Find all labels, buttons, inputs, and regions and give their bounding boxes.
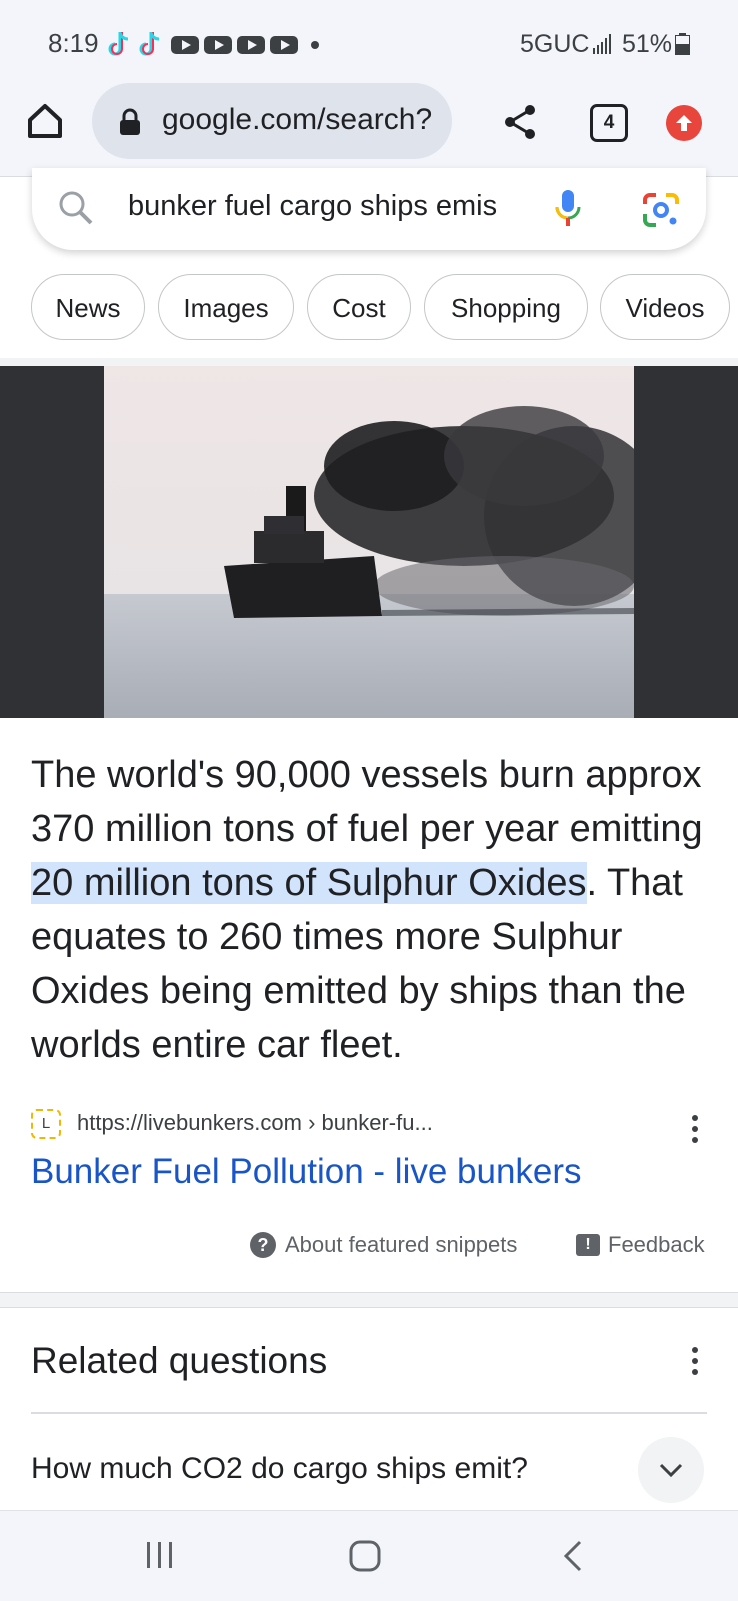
- related-question-item[interactable]: How much CO2 do cargo ships emit?: [31, 1452, 528, 1486]
- google-lens-icon[interactable]: [642, 192, 680, 228]
- lock-icon: [120, 108, 140, 135]
- source-url[interactable]: https://livebunkers.com › bunker-fu...: [77, 1110, 433, 1136]
- tiktok-notification-icon: [108, 32, 129, 56]
- chip-cost[interactable]: Cost: [307, 274, 411, 340]
- chevron-down-icon: [659, 1463, 683, 1478]
- search-input[interactable]: bunker fuel cargo ships emis: [128, 190, 524, 223]
- expand-question-button[interactable]: [638, 1437, 704, 1503]
- chip-videos[interactable]: Videos: [600, 274, 730, 340]
- address-url[interactable]: google.com/search?: [162, 103, 444, 137]
- more-vert-icon[interactable]: [692, 1346, 698, 1376]
- snippet-text-before: The world's 90,000 vessels burn approx 3…: [31, 754, 703, 850]
- ship-photo-illustration: [104, 366, 634, 718]
- section-divider: [0, 1292, 738, 1308]
- help-icon: ?: [250, 1232, 276, 1258]
- tiktok-notification-icon: [139, 32, 160, 56]
- arrow-up-icon: [676, 115, 692, 131]
- recent-apps-icon[interactable]: [143, 1540, 177, 1570]
- featured-image-ship-smoke[interactable]: [104, 366, 634, 718]
- chip-shopping[interactable]: Shopping: [424, 274, 588, 340]
- search-icon: [59, 191, 93, 225]
- tab-switcher-button[interactable]: 4: [590, 104, 628, 142]
- related-questions-heading: Related questions: [31, 1340, 328, 1381]
- chip-news[interactable]: News: [31, 274, 145, 340]
- home-icon[interactable]: [26, 102, 64, 140]
- youtube-notification-icon: [204, 36, 232, 54]
- battery-icon: [675, 33, 690, 55]
- update-available-button[interactable]: [666, 105, 702, 141]
- more-notifications-dot-icon: [311, 41, 319, 49]
- about-featured-snippets-link[interactable]: About featured snippets: [285, 1232, 517, 1258]
- featured-snippet-text: The world's 90,000 vessels burn approx 3…: [31, 748, 721, 1072]
- youtube-notification-icon: [270, 36, 298, 54]
- more-vert-icon[interactable]: [692, 1114, 698, 1144]
- result-title-link[interactable]: Bunker Fuel Pollution - live bunkers: [31, 1152, 582, 1192]
- home-nav-icon[interactable]: [349, 1540, 381, 1572]
- site-favicon-icon: L: [31, 1109, 61, 1139]
- battery-percent: 51%: [622, 30, 673, 58]
- related-questions-divider: [31, 1412, 707, 1414]
- network-type: 5GUC: [520, 30, 590, 58]
- feedback-icon: !: [576, 1234, 600, 1256]
- youtube-notification-icon: [171, 36, 199, 54]
- youtube-notification-icon: [237, 36, 265, 54]
- feedback-link[interactable]: Feedback: [608, 1232, 705, 1258]
- microphone-icon[interactable]: [554, 190, 582, 230]
- signal-icon: [593, 34, 611, 54]
- chip-images[interactable]: Images: [158, 274, 294, 340]
- status-time: 8:19: [48, 28, 99, 58]
- chips-divider: [0, 358, 738, 366]
- back-icon[interactable]: [562, 1540, 584, 1572]
- share-icon[interactable]: [503, 104, 537, 140]
- snippet-highlight: 20 million tons of Sulphur Oxides: [31, 862, 587, 904]
